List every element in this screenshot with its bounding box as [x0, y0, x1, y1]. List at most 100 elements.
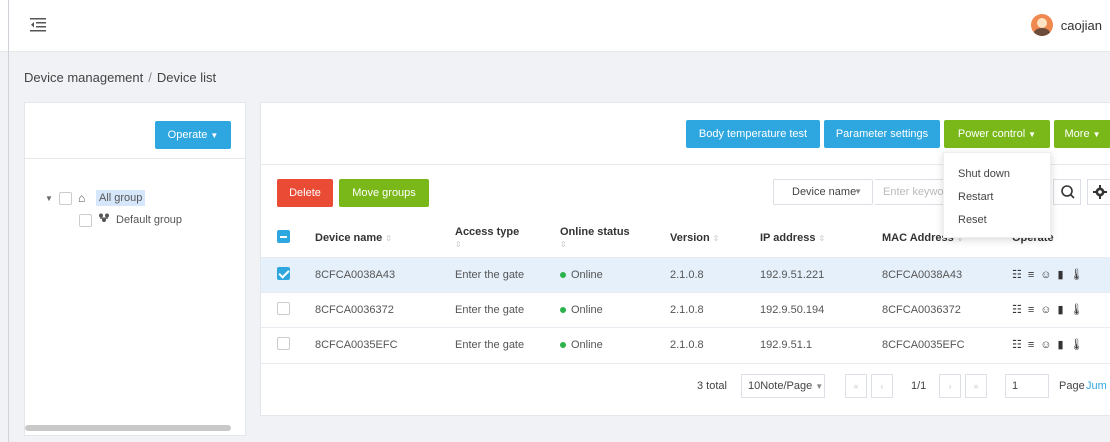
tree-node-default-group[interactable]: Default group [45, 209, 182, 231]
tree-node-all-group[interactable]: ▼ ⌂ All group [45, 187, 182, 209]
search-icon [1061, 185, 1075, 199]
document-icon[interactable]: ▮ [1058, 303, 1064, 316]
face-icon[interactable]: ☺ [1040, 269, 1051, 281]
tree-label[interactable]: All group [96, 190, 146, 206]
menu-item-reset[interactable]: Reset [944, 209, 1050, 232]
thermometer-icon[interactable]: 🌡 [1070, 268, 1084, 281]
first-page-button[interactable]: « [845, 374, 867, 398]
operate-cell: ☷ ≡ ☺ ▮ 🌡 [1012, 291, 1110, 327]
window-edge [8, 0, 9, 442]
jump-page-input[interactable]: 1 [1005, 374, 1049, 398]
page-size-value: 10Note/Page [748, 380, 813, 392]
document-icon[interactable]: ▮ [1058, 338, 1064, 351]
version-cell: 2.1.0.8 [670, 291, 760, 327]
jump-link[interactable]: Jum [1086, 380, 1107, 392]
parameter-settings-button[interactable]: Parameter settings [824, 120, 940, 148]
detail-list-icon[interactable]: ☷ [1012, 303, 1022, 316]
header-label: Device name [315, 231, 383, 244]
status-text: Online [571, 268, 603, 281]
row-checkbox[interactable] [277, 301, 290, 315]
page-size-select[interactable]: 10Note/Page ▼ [741, 374, 825, 398]
device-name-cell: 8CFCA0036372 [315, 291, 455, 327]
chevron-down-icon: ▼ [1092, 130, 1101, 139]
status-dot-icon [560, 271, 566, 278]
access-type-cell: Enter the gate [455, 256, 560, 292]
horizontal-scrollbar[interactable] [25, 425, 231, 431]
operate-button-label: Operate [167, 129, 208, 141]
online-status-cell: Online [560, 326, 670, 362]
ip-address-cell: 192.9.51.1 [760, 326, 882, 362]
mac-address-cell: 8CFCA0036372 [882, 291, 1012, 327]
select-all-checkbox[interactable] [277, 229, 290, 243]
more-label: More [1064, 128, 1090, 140]
sort-icon[interactable]: ⇳ [713, 234, 720, 243]
gear-icon [1093, 185, 1107, 199]
settings-sliders-icon[interactable]: ≡ [1028, 269, 1034, 281]
device-name-cell: 8CFCA0038A43 [315, 256, 455, 292]
body-temperature-test-button[interactable]: Body temperature test [686, 120, 820, 148]
more-button[interactable]: More ▼ [1054, 120, 1110, 148]
status-text: Online [571, 303, 603, 316]
pagination: 3 total 10Note/Page ▼ « ‹ 1/1 › » 1 Page … [261, 363, 1110, 407]
face-icon[interactable]: ☺ [1040, 304, 1051, 316]
search-button[interactable] [1053, 179, 1081, 205]
table-row[interactable]: 8CFCA0038A43 Enter the gate Online 2.1.0… [261, 256, 1110, 292]
header-label: Access type [455, 226, 520, 239]
page-label: Page [1059, 380, 1085, 392]
sort-icon[interactable]: ⇳ [455, 240, 560, 249]
row-checkbox[interactable] [277, 266, 290, 280]
search-field-value: Device name [792, 186, 857, 198]
chevron-down-icon: ▼ [854, 187, 862, 196]
table-row[interactable]: 8CFCA0035EFC Enter the gate Online 2.1.0… [261, 326, 1110, 362]
row-select-cell [261, 326, 315, 362]
tree-checkbox[interactable] [59, 191, 72, 205]
user-menu[interactable]: caojian [1030, 14, 1102, 36]
settings-sliders-icon[interactable]: ≡ [1028, 339, 1034, 351]
tree-checkbox[interactable] [79, 213, 92, 227]
thermometer-icon[interactable]: 🌡 [1070, 338, 1084, 351]
ip-address-cell: 192.9.50.194 [760, 291, 882, 327]
document-icon[interactable]: ▮ [1058, 268, 1064, 281]
sort-icon[interactable]: ⇳ [560, 240, 670, 249]
operate-button[interactable]: Operate ▼ [155, 121, 231, 149]
power-control-button[interactable]: Power control ▼ [944, 120, 1050, 148]
next-page-button[interactable]: › [939, 374, 961, 398]
detail-list-icon[interactable]: ☷ [1012, 268, 1022, 281]
prev-page-button[interactable]: ‹ [871, 374, 893, 398]
detail-list-icon[interactable]: ☷ [1012, 338, 1022, 351]
select-all-cell [261, 219, 315, 257]
column-ip-address[interactable]: IP address ⇳ [760, 219, 882, 257]
table-row[interactable]: 8CFCA0036372 Enter the gate Online 2.1.0… [261, 291, 1110, 327]
last-page-button[interactable]: » [965, 374, 987, 398]
user-name: caojian [1060, 17, 1102, 33]
breadcrumb-root[interactable]: Device management [24, 70, 143, 85]
menu-item-shut-down[interactable]: Shut down [944, 163, 1050, 186]
version-cell: 2.1.0.8 [670, 256, 760, 292]
row-select-cell [261, 291, 315, 327]
header-label: Version [670, 231, 710, 244]
tree-expand-icon[interactable]: ▼ [45, 194, 55, 203]
column-version[interactable]: Version ⇳ [670, 219, 760, 257]
column-device-name[interactable]: Device name ⇳ [315, 219, 455, 257]
thermometer-icon[interactable]: 🌡 [1070, 303, 1084, 316]
chevron-down-icon: ▼ [815, 382, 824, 391]
search-field-select[interactable]: Device name ▼ [773, 179, 873, 205]
column-online-status[interactable]: Online status ⇳ [560, 219, 670, 257]
menu-toggle-icon[interactable] [30, 17, 46, 33]
face-icon[interactable]: ☺ [1040, 339, 1051, 351]
header-label: Online status [560, 226, 630, 239]
header-label: IP address [760, 231, 816, 244]
tree-label[interactable]: Default group [116, 214, 182, 226]
row-checkbox[interactable] [277, 336, 290, 350]
sort-icon[interactable]: ⇳ [818, 234, 825, 243]
delete-button[interactable]: Delete [277, 179, 333, 207]
chevron-down-icon: ▼ [1028, 130, 1037, 139]
column-access-type[interactable]: Access type ⇳ [455, 219, 560, 257]
sort-icon[interactable]: ⇳ [385, 234, 392, 243]
menu-item-restart[interactable]: Restart [944, 186, 1050, 209]
online-status-cell: Online [560, 256, 670, 292]
move-groups-button[interactable]: Move groups [339, 179, 429, 207]
settings-sliders-icon[interactable]: ≡ [1028, 304, 1034, 316]
group-tree: ▼ ⌂ All group Default group [45, 187, 182, 231]
settings-button[interactable] [1087, 179, 1110, 205]
